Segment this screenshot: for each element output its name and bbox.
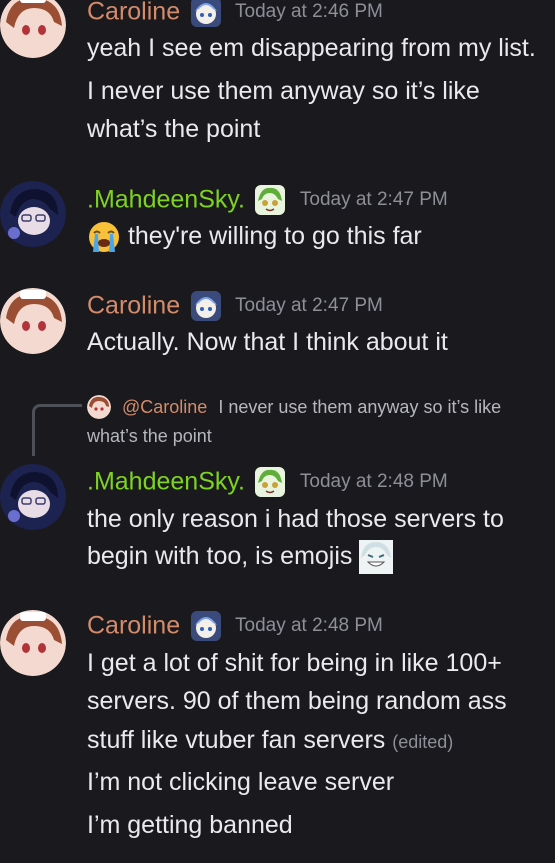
caroline-avatar[interactable] (0, 0, 66, 58)
message-line: Actually. Now that I think about it (87, 328, 448, 356)
message-line: yeah I see em disappearing from my list. (87, 34, 536, 62)
message-text: they're willing to go this far (127, 222, 422, 250)
green-haired-chibi-badge-icon[interactable] (255, 185, 286, 215)
loudly-crying-face-icon[interactable] (87, 220, 121, 254)
message-line: begin with too, is emojis (87, 537, 394, 575)
author-name[interactable]: .MahdeenSky. (87, 186, 245, 214)
message-timestamp[interactable]: Today at 2:47 PM (300, 189, 448, 210)
message-timestamp[interactable]: Today at 2:47 PM (235, 295, 383, 316)
green-haired-chibi-badge-icon[interactable] (255, 467, 286, 497)
message-line: I’m getting banned (87, 811, 293, 839)
author-name[interactable]: Caroline (87, 0, 180, 26)
message-timestamp[interactable]: Today at 2:46 PM (235, 1, 383, 22)
reply-preview[interactable]: @Caroline I never use them anyway so it’… (87, 395, 501, 419)
blue-haired-chibi-badge-icon[interactable] (190, 291, 221, 321)
message-line: servers. 90 of them being random ass (87, 687, 507, 715)
caroline-avatar[interactable] (0, 288, 66, 354)
author-name[interactable]: .MahdeenSky. (87, 468, 245, 496)
mahdeen-avatar[interactable] (0, 464, 66, 530)
reply-snippet-continued: what’s the point (87, 426, 212, 446)
caroline-avatar[interactable] (0, 610, 66, 676)
message-line: I get a lot of shit for being in like 10… (87, 649, 502, 677)
grinning-anime-girl-icon[interactable] (359, 540, 394, 575)
message-timestamp[interactable]: Today at 2:48 PM (235, 615, 383, 636)
reply-connector (32, 404, 82, 456)
message-timestamp[interactable]: Today at 2:48 PM (300, 471, 448, 492)
reply-mention[interactable]: @Caroline (122, 397, 207, 417)
message-line: I never use them anyway so it’s like (87, 77, 480, 105)
message-text: stuff like vtuber fan servers (87, 726, 386, 754)
message-line: I’m not clicking leave server (87, 768, 395, 796)
blue-haired-chibi-badge-icon[interactable] (190, 0, 221, 27)
caroline-reply-avatar (87, 395, 111, 419)
message-line: what’s the point (87, 115, 261, 143)
message-line: they're willing to go this far (87, 217, 422, 255)
author-name[interactable]: Caroline (87, 292, 180, 320)
message-line: the only reason i had those servers to (87, 505, 504, 533)
mahdeen-avatar[interactable] (0, 181, 66, 247)
message-text: begin with too, is emojis (87, 542, 353, 570)
message-line: stuff like vtuber fan servers (edited) (87, 721, 453, 761)
reply-snippet: I never use them anyway so it’s like (218, 396, 502, 417)
blue-haired-chibi-badge-icon[interactable] (190, 611, 221, 641)
author-name[interactable]: Caroline (87, 612, 180, 640)
edited-label: (edited) (392, 732, 454, 752)
